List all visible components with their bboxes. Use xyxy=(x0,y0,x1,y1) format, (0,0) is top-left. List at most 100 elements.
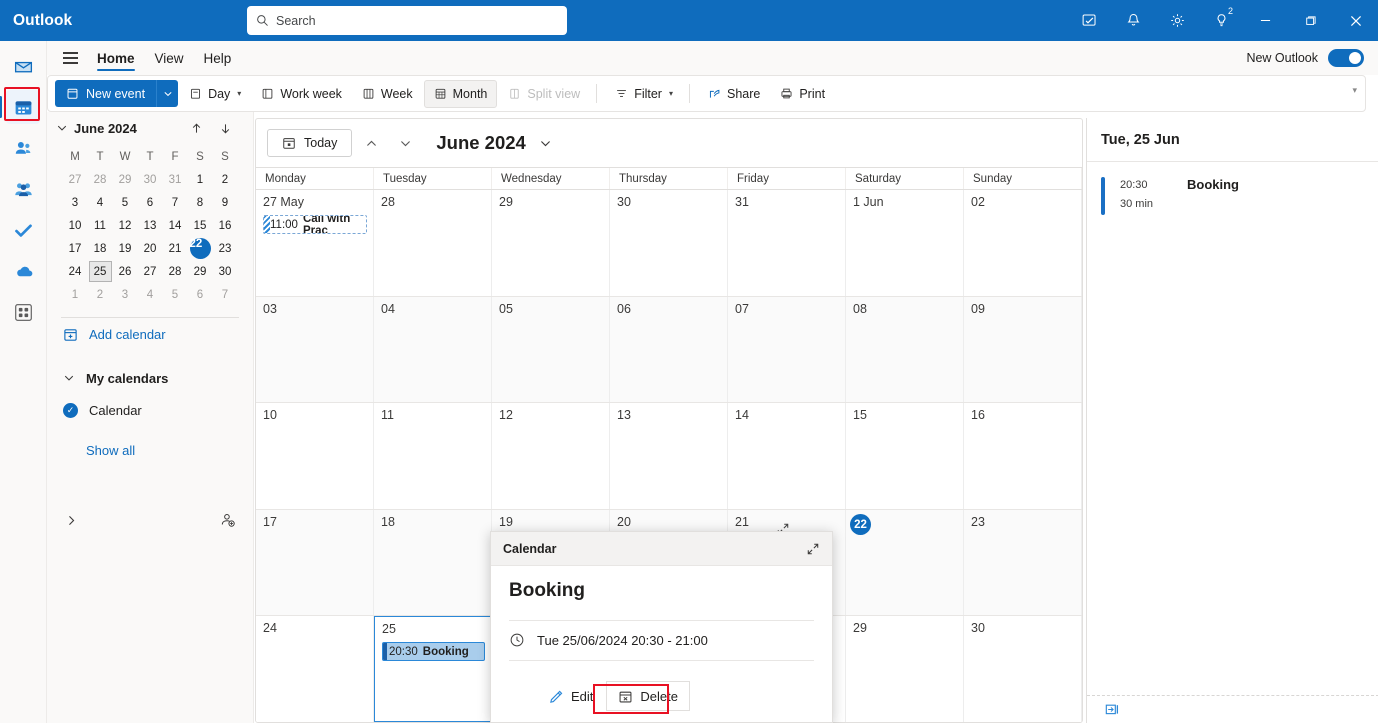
mini-day-cell[interactable]: 29 xyxy=(113,169,138,190)
new-outlook-toggle[interactable] xyxy=(1328,49,1364,67)
mini-day-cell[interactable]: 5 xyxy=(113,192,138,213)
hamburger-icon[interactable] xyxy=(53,41,87,75)
expand-diagonal-icon[interactable] xyxy=(806,542,820,556)
rail-item-people[interactable] xyxy=(6,131,40,165)
mini-day-cell[interactable]: 30 xyxy=(213,261,238,282)
mini-day-cell[interactable]: 31 xyxy=(163,169,188,190)
chevron-right-icon[interactable] xyxy=(65,514,78,527)
mini-day-cell[interactable]: 7 xyxy=(213,284,238,305)
calendar-day-cell[interactable]: 03 xyxy=(256,296,374,403)
mini-day-cell[interactable]: 28 xyxy=(163,261,188,282)
mini-day-cell[interactable]: 25 xyxy=(88,261,113,282)
delete-button[interactable]: Delete xyxy=(606,681,690,711)
calendar-list-item[interactable]: ✓ Calendar xyxy=(47,394,253,426)
arrow-up-icon[interactable] xyxy=(190,122,203,135)
mini-day-cell[interactable]: 26 xyxy=(113,261,138,282)
new-event-button[interactable]: New event xyxy=(55,80,157,107)
view-day-button[interactable]: Day ▾ xyxy=(180,80,250,108)
lightbulb-icon[interactable]: 2 xyxy=(1199,0,1243,41)
maximize-button[interactable] xyxy=(1288,0,1333,41)
calendar-day-cell[interactable]: 1 Jun xyxy=(846,190,964,296)
calendar-day-cell[interactable]: 24 xyxy=(256,616,374,722)
next-month-button[interactable] xyxy=(390,129,420,157)
rail-item-mail[interactable] xyxy=(6,49,40,83)
calendar-day-cell[interactable]: 09 xyxy=(964,296,1082,403)
previous-month-button[interactable] xyxy=(356,129,386,157)
mini-day-cell[interactable]: 7 xyxy=(163,192,188,213)
mini-day-cell[interactable]: 22 xyxy=(188,238,213,259)
calendar-day-cell[interactable]: 04 xyxy=(374,296,492,403)
mini-day-cell[interactable]: 14 xyxy=(163,215,188,236)
rail-item-todo[interactable] xyxy=(6,213,40,247)
mini-day-cell[interactable]: 17 xyxy=(63,238,88,259)
calendar-day-cell[interactable]: 06 xyxy=(610,296,728,403)
mini-day-cell[interactable]: 5 xyxy=(163,284,188,305)
print-button[interactable]: Print xyxy=(771,80,834,108)
mini-day-cell[interactable]: 3 xyxy=(63,192,88,213)
mini-day-cell[interactable]: 4 xyxy=(138,284,163,305)
minimize-button[interactable] xyxy=(1243,0,1288,41)
mini-day-cell[interactable]: 29 xyxy=(188,261,213,282)
view-month-button[interactable]: Month xyxy=(423,79,498,108)
mini-day-cell[interactable]: 4 xyxy=(88,192,113,213)
mini-day-cell[interactable]: 8 xyxy=(188,192,213,213)
rail-item-groups[interactable] xyxy=(6,172,40,206)
edit-button[interactable]: Edit xyxy=(537,681,606,711)
tab-help[interactable]: Help xyxy=(194,41,242,75)
calendar-day-cell[interactable]: 08 xyxy=(846,296,964,403)
calendar-month-title[interactable]: June 2024 xyxy=(436,132,525,154)
bell-icon[interactable] xyxy=(1111,0,1155,41)
calendar-day-cell[interactable]: 14 xyxy=(728,403,846,509)
mini-day-cell[interactable]: 6 xyxy=(188,284,213,305)
calendar-day-cell[interactable]: 12 xyxy=(492,403,610,509)
calendar-day-cell[interactable]: 27 May 11:00 Call with Prac xyxy=(256,190,374,296)
mini-day-cell[interactable]: 2 xyxy=(213,169,238,190)
calendar-day-cell[interactable]: 15 xyxy=(846,403,964,509)
mini-day-cell[interactable]: 20 xyxy=(138,238,163,259)
search-input[interactable]: Search xyxy=(247,6,567,35)
rail-item-apps[interactable] xyxy=(6,295,40,329)
mini-day-cell[interactable]: 11 xyxy=(88,215,113,236)
note-pencil-icon[interactable] xyxy=(1067,0,1111,41)
calendar-day-cell[interactable]: 30 xyxy=(610,190,728,296)
calendar-day-cell[interactable]: 05 xyxy=(492,296,610,403)
add-calendar-button[interactable]: Add calendar xyxy=(47,318,253,350)
mini-day-cell[interactable]: 19 xyxy=(113,238,138,259)
mini-day-cell[interactable]: 12 xyxy=(113,215,138,236)
mini-day-cell[interactable]: 18 xyxy=(88,238,113,259)
mini-day-cell[interactable]: 23 xyxy=(213,238,238,259)
calendar-event[interactable]: 20:30 Booking xyxy=(382,642,485,662)
my-calendars-group[interactable]: My calendars xyxy=(47,362,253,394)
mini-day-cell[interactable]: 2 xyxy=(88,284,113,305)
mini-calendar-title[interactable]: June 2024 xyxy=(74,121,137,136)
tab-view[interactable]: View xyxy=(145,41,194,75)
view-work-week-button[interactable]: Work week xyxy=(252,80,351,108)
mini-day-cell[interactable]: 13 xyxy=(138,215,163,236)
mini-day-cell[interactable]: 1 xyxy=(188,169,213,190)
filter-button[interactable]: Filter ▾ xyxy=(606,80,682,108)
mini-day-cell[interactable]: 10 xyxy=(63,215,88,236)
show-all-button[interactable]: Show all xyxy=(47,434,253,466)
today-button[interactable]: Today xyxy=(267,129,353,157)
person-add-icon[interactable] xyxy=(220,512,236,528)
calendar-day-cell[interactable]: 28 xyxy=(374,190,492,296)
mini-day-cell[interactable]: 16 xyxy=(213,215,238,236)
calendar-day-cell[interactable]: 17 xyxy=(256,509,374,616)
mini-day-cell[interactable]: 28 xyxy=(88,169,113,190)
calendar-day-cell[interactable]: 02 xyxy=(964,190,1082,296)
mini-day-cell[interactable]: 3 xyxy=(113,284,138,305)
calendar-day-cell[interactable]: 07 xyxy=(728,296,846,403)
mini-day-cell[interactable]: 27 xyxy=(138,261,163,282)
mini-day-cell[interactable]: 24 xyxy=(63,261,88,282)
agenda-event-item[interactable]: 20:30 30 min Booking xyxy=(1087,162,1378,215)
calendar-day-cell[interactable]: 11 xyxy=(374,403,492,509)
chevron-down-icon[interactable] xyxy=(539,137,552,150)
close-button[interactable] xyxy=(1333,0,1378,41)
mini-day-cell[interactable]: 9 xyxy=(213,192,238,213)
view-week-button[interactable]: Week xyxy=(353,80,422,108)
calendar-day-cell[interactable]: 29 xyxy=(492,190,610,296)
calendar-day-cell[interactable]: 25 20:30 Booking xyxy=(374,616,492,722)
rail-item-onedrive[interactable] xyxy=(6,254,40,288)
rail-item-calendar[interactable] xyxy=(0,90,40,124)
calendar-day-cell[interactable]: 10 xyxy=(256,403,374,509)
